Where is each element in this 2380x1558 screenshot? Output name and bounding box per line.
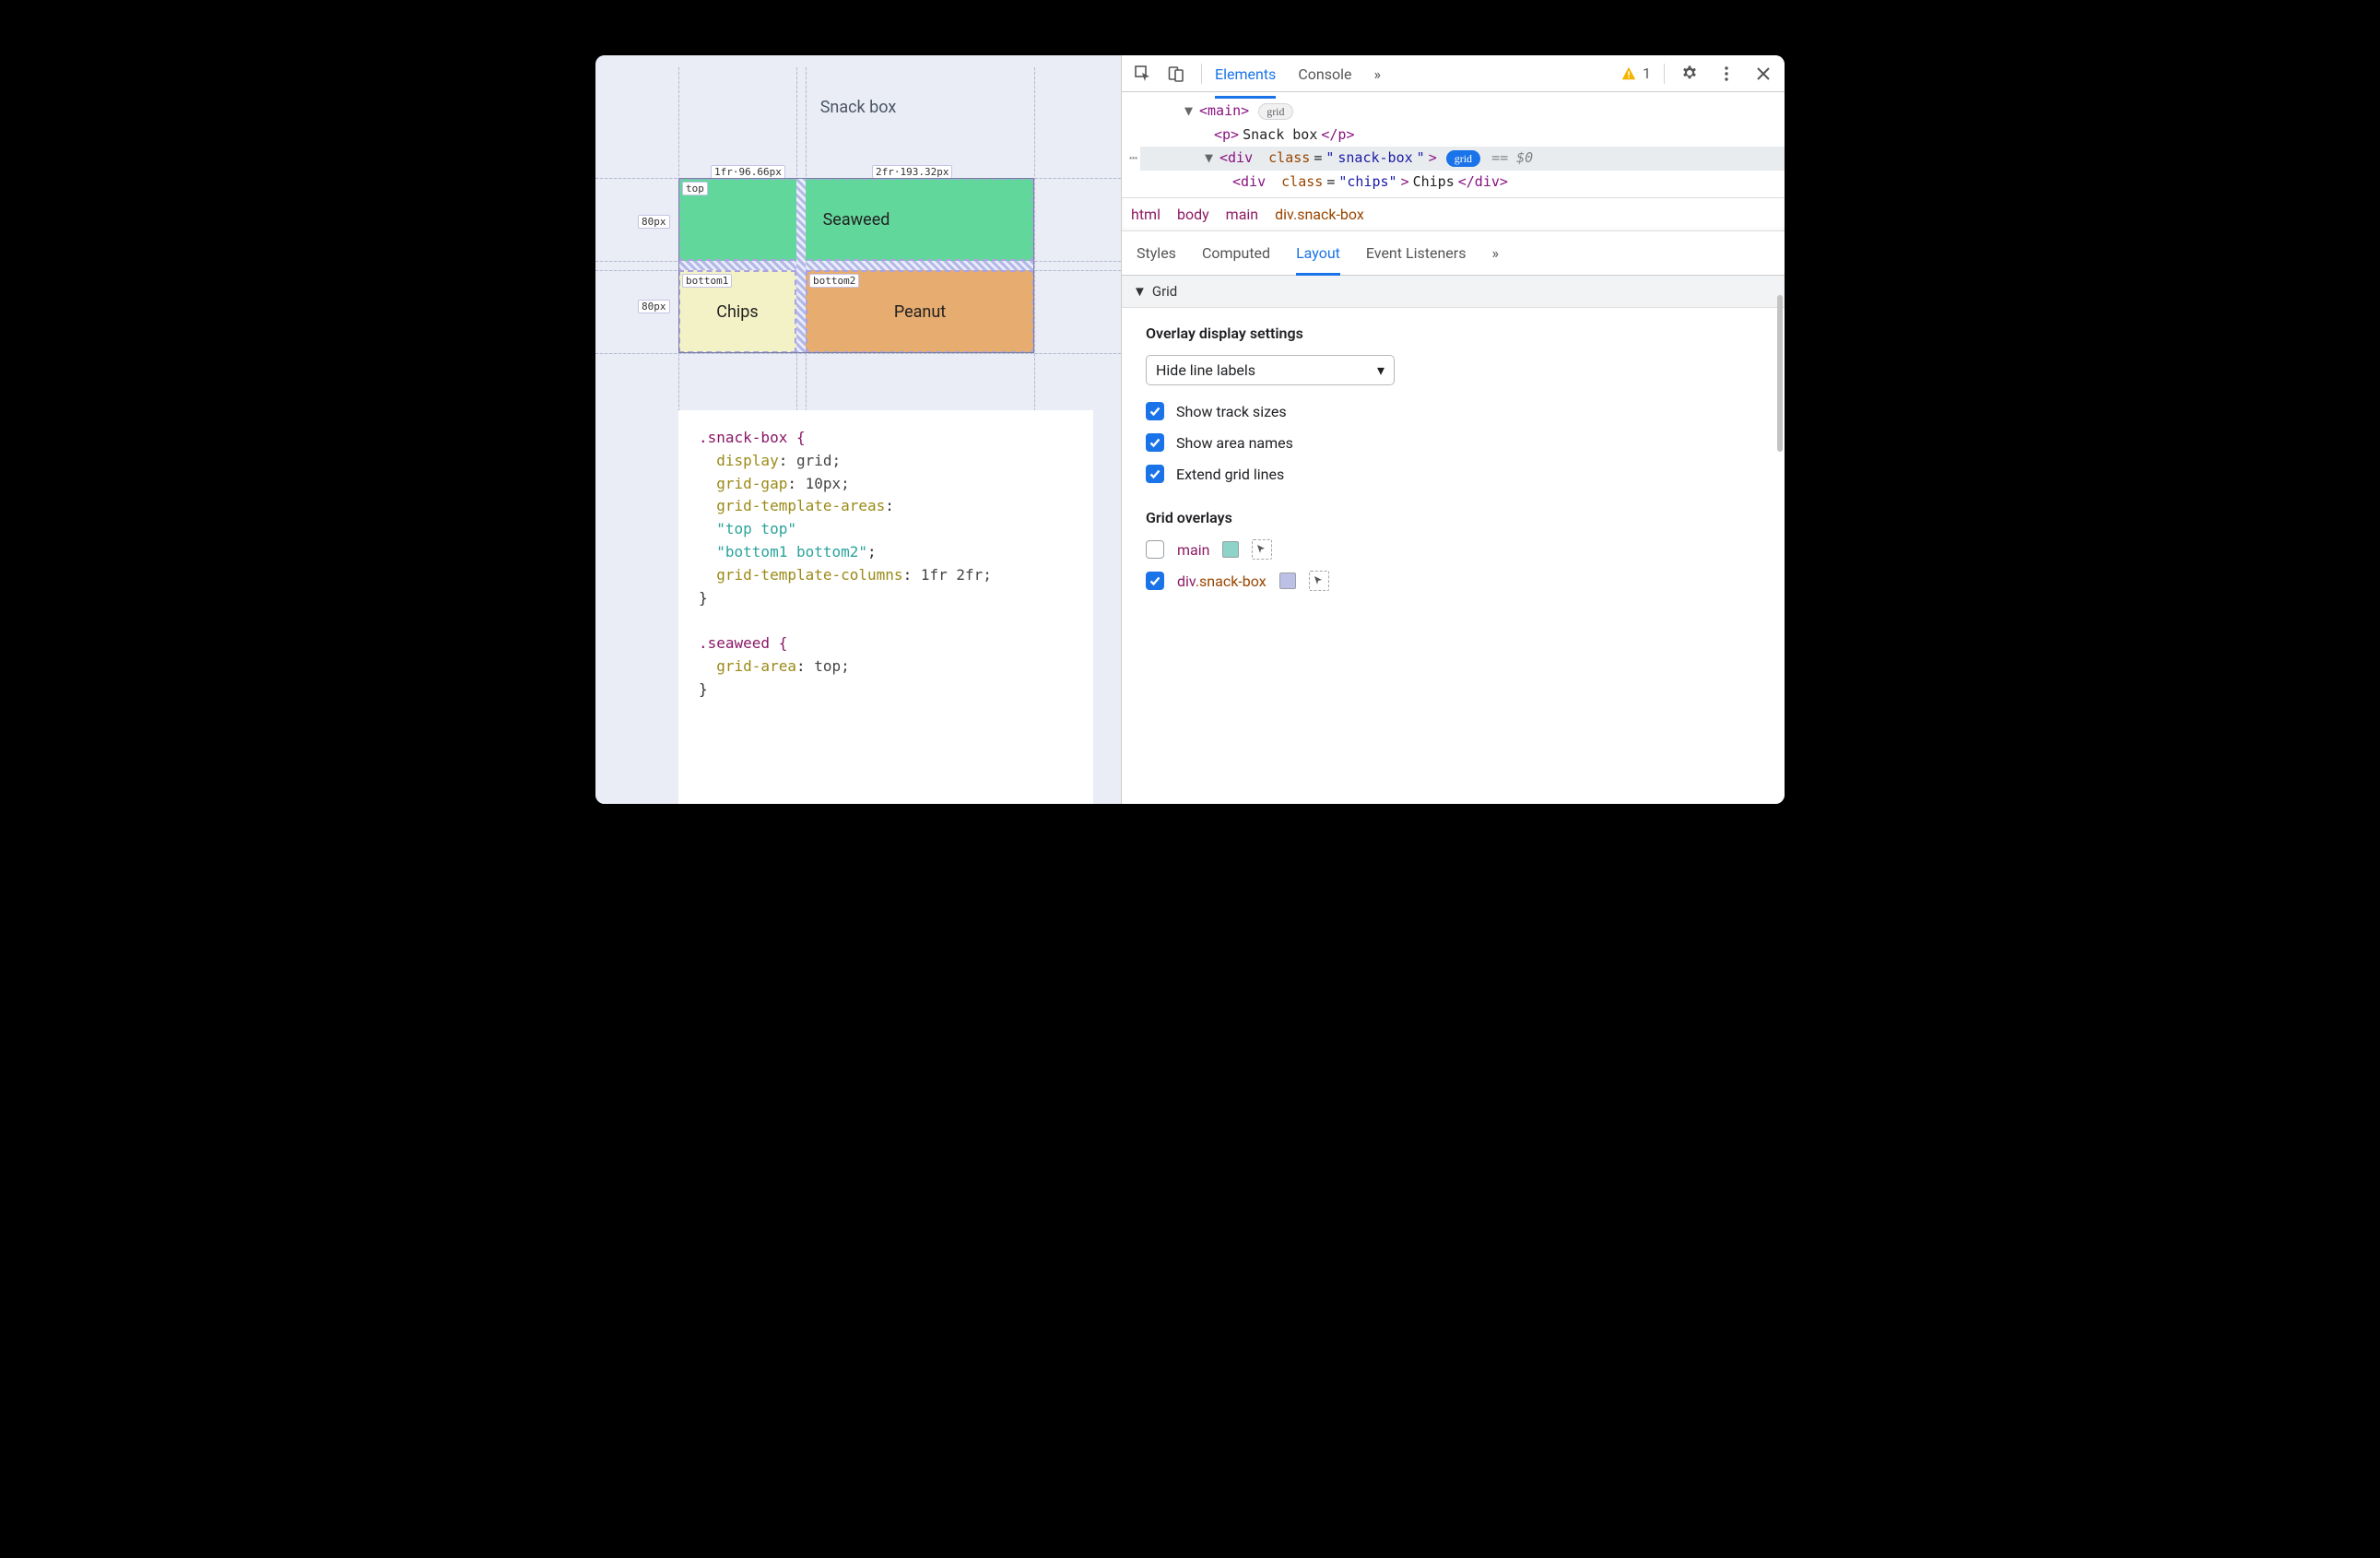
- crumb-html[interactable]: html: [1131, 206, 1161, 223]
- dom-node[interactable]: <p>Snack box</p>: [1140, 124, 1785, 148]
- subtab-styles[interactable]: Styles: [1137, 239, 1176, 267]
- subtab-more[interactable]: »: [1491, 239, 1499, 267]
- grid-overlay: 1fr·96.66px 2fr·193.32px 80px 80px top S…: [678, 134, 1034, 394]
- grid-section-header[interactable]: ▼ Grid: [1122, 276, 1785, 308]
- color-swatch[interactable]: [1279, 572, 1296, 589]
- tab-more[interactable]: »: [1373, 56, 1381, 90]
- warning-icon[interactable]: [1620, 65, 1637, 82]
- checkbox-label: Show area names: [1176, 434, 1293, 452]
- kebab-menu-icon[interactable]: [1714, 62, 1738, 86]
- dom-node-selected[interactable]: ▼ <div class="snack-box"> grid == $0: [1140, 147, 1785, 171]
- overlay-name[interactable]: div.snack-box: [1177, 572, 1267, 590]
- chevron-down-icon: ▾: [1377, 361, 1384, 379]
- extended-gridline: [595, 353, 1121, 354]
- highlight-element-icon[interactable]: [1252, 539, 1272, 560]
- crumb-body[interactable]: body: [1177, 206, 1209, 223]
- overlay-name[interactable]: main: [1177, 541, 1209, 559]
- console-reference: == $0: [1491, 147, 1533, 171]
- settings-icon[interactable]: [1678, 62, 1702, 86]
- dom-node[interactable]: <div class="chips">Chips</div>: [1140, 171, 1785, 195]
- track-size-label: 2fr·193.32px: [872, 165, 952, 179]
- scrollbar-thumb[interactable]: [1777, 295, 1783, 452]
- section-title: Grid: [1152, 283, 1177, 300]
- page-preview: Snack box 1fr·96.66px 2fr·193.32px 80px …: [595, 55, 1121, 804]
- toolbar-separator: [1664, 64, 1665, 84]
- subtab-layout[interactable]: Layout: [1296, 239, 1340, 276]
- checkbox-overlay-snack-box[interactable]: [1146, 572, 1164, 590]
- devtools-toolbar: Elements Console » 1: [1122, 55, 1785, 92]
- close-icon[interactable]: [1751, 62, 1775, 86]
- page-title: Snack box: [595, 98, 1121, 117]
- disclosure-triangle-icon: ▼: [1133, 283, 1147, 300]
- dom-tree[interactable]: ▼ <main> grid <p>Snack box</p> ▼ <div cl…: [1122, 92, 1785, 197]
- grid-container-outline: [678, 178, 1034, 353]
- checkbox-extend-lines[interactable]: [1146, 465, 1164, 483]
- inspect-icon[interactable]: [1131, 62, 1155, 86]
- css-code-block: .snack-box { display: grid; grid-gap: 10…: [678, 410, 1093, 804]
- crumb-main[interactable]: main: [1226, 206, 1258, 223]
- overlay-row-main: main: [1146, 539, 1761, 560]
- line-labels-select[interactable]: Hide line labels ▾: [1146, 355, 1395, 385]
- checkbox-label: Show track sizes: [1176, 403, 1287, 420]
- devtools-panel: Elements Console » 1: [1121, 55, 1785, 804]
- subtab-event-listeners[interactable]: Event Listeners: [1366, 239, 1467, 267]
- devtools-window: Snack box 1fr·96.66px 2fr·193.32px 80px …: [595, 55, 1785, 804]
- sidebar-subtabs: Styles Computed Layout Event Listeners »: [1122, 231, 1785, 276]
- breadcrumb: html body main div.snack-box: [1122, 197, 1785, 231]
- track-size-label: 80px: [638, 215, 670, 229]
- checkbox-track-sizes[interactable]: [1146, 402, 1164, 420]
- checkbox-label: Extend grid lines: [1176, 466, 1284, 483]
- grid-badge[interactable]: grid: [1258, 103, 1292, 120]
- color-swatch[interactable]: [1222, 541, 1239, 558]
- warning-count[interactable]: 1: [1643, 65, 1651, 82]
- dom-node[interactable]: ▼ <main> grid: [1140, 100, 1785, 124]
- select-value: Hide line labels: [1156, 361, 1255, 379]
- toolbar-separator: [1201, 64, 1202, 84]
- checkbox-overlay-main[interactable]: [1146, 540, 1164, 559]
- overlay-row-snack-box: div.snack-box: [1146, 571, 1761, 591]
- device-toggle-icon[interactable]: [1164, 62, 1188, 86]
- grid-badge[interactable]: grid: [1446, 150, 1480, 167]
- checkbox-area-names[interactable]: [1146, 433, 1164, 452]
- highlight-element-icon[interactable]: [1309, 571, 1329, 591]
- overlay-settings-title: Overlay display settings: [1146, 325, 1761, 342]
- tab-console[interactable]: Console: [1298, 56, 1351, 90]
- grid-overlays-title: Grid overlays: [1146, 509, 1761, 526]
- crumb-snack-box[interactable]: div.snack-box: [1275, 206, 1364, 223]
- layout-pane: Overlay display settings Hide line label…: [1122, 308, 1785, 619]
- subtab-computed[interactable]: Computed: [1202, 239, 1270, 267]
- track-size-label: 80px: [638, 300, 670, 313]
- track-size-label: 1fr·96.66px: [711, 165, 785, 179]
